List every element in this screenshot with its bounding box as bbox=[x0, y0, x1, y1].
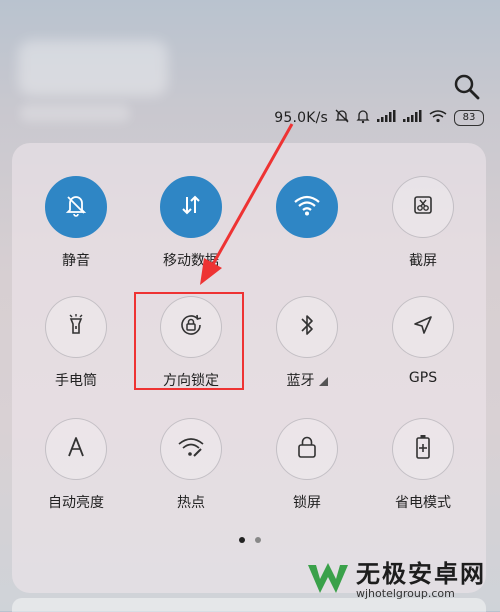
tile-mute-label: 静音 bbox=[62, 253, 90, 269]
tile-battery-saver[interactable]: 省电模式 bbox=[368, 418, 478, 528]
annotation-highlight-box bbox=[134, 292, 244, 390]
status-bar: 95.0K/s 83 bbox=[274, 108, 484, 128]
lock-icon bbox=[294, 433, 320, 465]
tile-auto-brightness-label: 自动亮度 bbox=[48, 495, 104, 511]
auto-brightness-icon bbox=[62, 433, 90, 465]
date-blurred bbox=[20, 104, 130, 122]
tile-bluetooth[interactable]: 蓝牙 bbox=[252, 296, 362, 406]
tile-mobile-data-label: 移动数据 bbox=[163, 253, 219, 269]
tile-screenshot[interactable]: 截屏 bbox=[368, 176, 478, 286]
tile-lock-screen[interactable]: 锁屏 bbox=[252, 418, 362, 528]
tile-gps-label: GPS bbox=[408, 370, 438, 386]
flashlight-icon bbox=[62, 311, 90, 343]
tile-mute[interactable]: 静音 bbox=[21, 176, 131, 286]
mobile-data-icon bbox=[177, 191, 205, 223]
watermark-logo-icon bbox=[306, 559, 350, 603]
signal-icon-sim1 bbox=[376, 109, 396, 127]
wifi-icon bbox=[292, 192, 322, 222]
watermark: 无极安卓网 wjhotelgroup.com bbox=[306, 556, 494, 606]
mute-bell-icon bbox=[62, 191, 90, 223]
tile-flashlight[interactable]: 手电筒 bbox=[21, 296, 131, 406]
tile-hotspot[interactable]: 热点 bbox=[136, 418, 246, 528]
search-icon[interactable] bbox=[452, 72, 482, 102]
tile-battery-saver-label: 省电模式 bbox=[395, 495, 451, 511]
page-dot-2[interactable] bbox=[255, 537, 261, 543]
battery-icon: 83 bbox=[454, 110, 484, 126]
gps-icon bbox=[409, 311, 437, 343]
watermark-url: wjhotelgroup.com bbox=[356, 587, 455, 600]
tile-bluetooth-label: 蓝牙 bbox=[252, 370, 362, 390]
tile-screenshot-label: 截屏 bbox=[409, 253, 437, 269]
network-speed: 95.0K/s bbox=[274, 110, 328, 126]
silent-icon bbox=[334, 108, 350, 128]
expand-triangle-icon[interactable] bbox=[318, 377, 328, 386]
page-indicator bbox=[0, 537, 500, 543]
tile-auto-brightness[interactable]: 自动亮度 bbox=[21, 418, 131, 528]
tile-gps[interactable]: GPS bbox=[368, 296, 478, 406]
page-dot-1[interactable] bbox=[239, 537, 245, 543]
tile-lock-screen-label: 锁屏 bbox=[293, 495, 321, 511]
watermark-title: 无极安卓网 bbox=[356, 560, 486, 588]
bluetooth-icon bbox=[295, 311, 319, 343]
tile-wifi[interactable] bbox=[252, 176, 362, 286]
hotspot-icon bbox=[176, 434, 206, 464]
clock-blurred bbox=[18, 40, 168, 96]
tile-hotspot-label: 热点 bbox=[177, 495, 205, 511]
tile-flashlight-label: 手电筒 bbox=[55, 373, 97, 389]
tile-mobile-data[interactable]: 移动数据 bbox=[136, 176, 246, 286]
wifi-status-icon bbox=[428, 109, 448, 127]
screenshot-icon bbox=[409, 191, 437, 223]
signal-icon-sim2 bbox=[402, 109, 422, 127]
battery-saver-icon bbox=[411, 432, 435, 466]
alarm-bell-icon bbox=[356, 108, 370, 128]
